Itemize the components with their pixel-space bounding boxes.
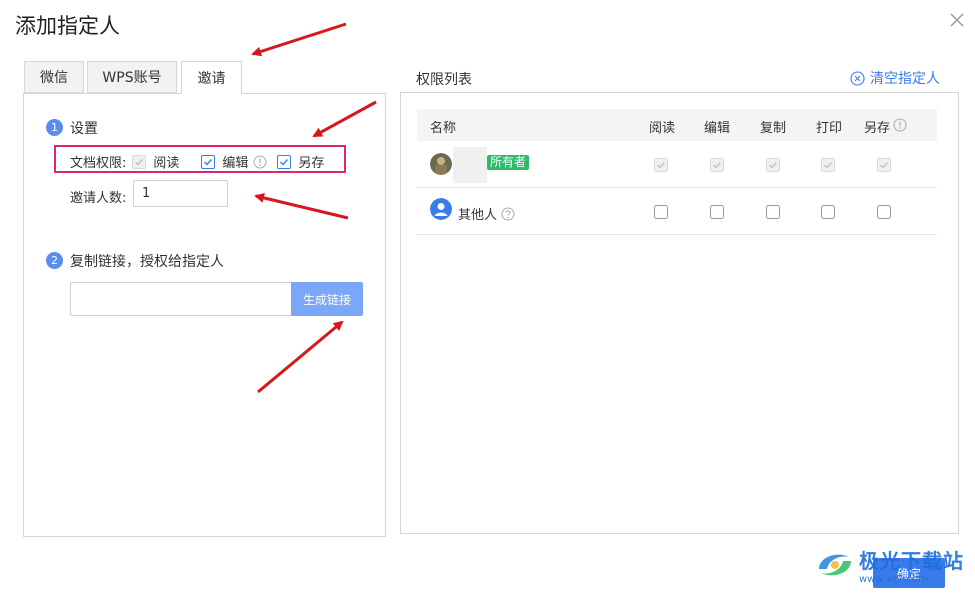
column-save-as: 另存 (864, 121, 891, 136)
table-row: 所有者 (417, 141, 937, 188)
tab-wechat[interactable]: 微信 (24, 61, 84, 93)
other-copy-checkbox[interactable] (766, 205, 780, 219)
tab-invite[interactable]: 邀请 (181, 61, 242, 94)
permission-list-title: 权限列表 (416, 72, 472, 88)
link-input[interactable] (70, 282, 292, 316)
invite-panel: 1 设置 文档权限: 阅读 编辑 另存 邀请人数: 1 2 复制链接，授权给指定… (23, 93, 386, 537)
owner-badge: 所有者 (487, 155, 530, 170)
other-users-label: 其他人 (458, 208, 498, 223)
other-save-as-checkbox[interactable] (877, 205, 891, 219)
column-copy: 复制 (760, 121, 787, 136)
save-as-label: 另存 (298, 156, 325, 171)
owner-print-checkbox (821, 158, 835, 172)
step-number: 1 (46, 119, 63, 136)
watermark-logo-icon (819, 554, 851, 576)
generate-link-button[interactable]: 生成链接 (291, 282, 363, 316)
section-title-settings: 设置 (70, 121, 98, 137)
help-icon[interactable] (501, 207, 515, 221)
arrow-to-invite-tab (251, 22, 347, 57)
permission-read: 阅读 (132, 152, 179, 171)
permission-save-as: 另存 (277, 152, 324, 171)
tab-wps-account[interactable]: WPS账号 (87, 61, 177, 93)
other-print-checkbox[interactable] (821, 205, 835, 219)
owner-edit-checkbox (710, 158, 724, 172)
user-avatar-icon (430, 198, 452, 220)
clear-designees-link[interactable]: 清空指定人 (850, 68, 940, 88)
table-header: 名称 阅读 编辑 复制 打印 另存 (417, 109, 937, 141)
other-edit-checkbox[interactable] (710, 205, 724, 219)
column-name: 名称 (430, 121, 457, 136)
edit-checkbox[interactable] (201, 154, 216, 169)
close-button[interactable] (947, 10, 967, 30)
column-edit: 编辑 (704, 121, 731, 136)
invite-count-label: 邀请人数: (70, 191, 127, 206)
clear-designees-label: 清空指定人 (870, 71, 940, 87)
read-label: 阅读 (153, 156, 180, 171)
permission-row: 文档权限: 阅读 编辑 另存 (70, 152, 332, 171)
owner-copy-checkbox (766, 158, 780, 172)
permission-edit: 编辑 (201, 152, 267, 171)
owner-read-checkbox (654, 158, 668, 172)
invite-count-input[interactable]: 1 (133, 180, 228, 207)
owner-save-as-checkbox (877, 158, 891, 172)
watermark-url: www.xz7.com (859, 574, 928, 585)
owner-name-blur (453, 147, 487, 183)
other-read-checkbox[interactable] (654, 205, 668, 219)
section-title-copy-link: 复制链接，授权给指定人 (70, 254, 224, 270)
avatar (430, 153, 452, 175)
info-icon[interactable] (893, 118, 907, 132)
other-users-label-wrap: 其他人 (458, 204, 515, 223)
info-icon[interactable] (253, 155, 267, 169)
watermark: 极光下载站 www.xz7.com (815, 545, 964, 585)
edit-label: 编辑 (222, 156, 249, 171)
save-as-checkbox[interactable] (277, 154, 292, 169)
watermark-title: 极光下载站 (859, 549, 964, 573)
clear-circle-icon (850, 70, 865, 86)
read-checkbox (132, 154, 147, 169)
column-print: 打印 (816, 121, 843, 136)
column-read: 阅读 (649, 121, 676, 136)
dialog-title: 添加指定人 (15, 14, 120, 38)
table-row: 其他人 (417, 188, 937, 235)
permission-label: 文档权限: (70, 156, 127, 171)
close-icon (950, 13, 964, 27)
permission-list-panel: 名称 阅读 编辑 复制 打印 另存 所有者 其他人 (400, 92, 959, 534)
step-number: 2 (46, 252, 63, 269)
